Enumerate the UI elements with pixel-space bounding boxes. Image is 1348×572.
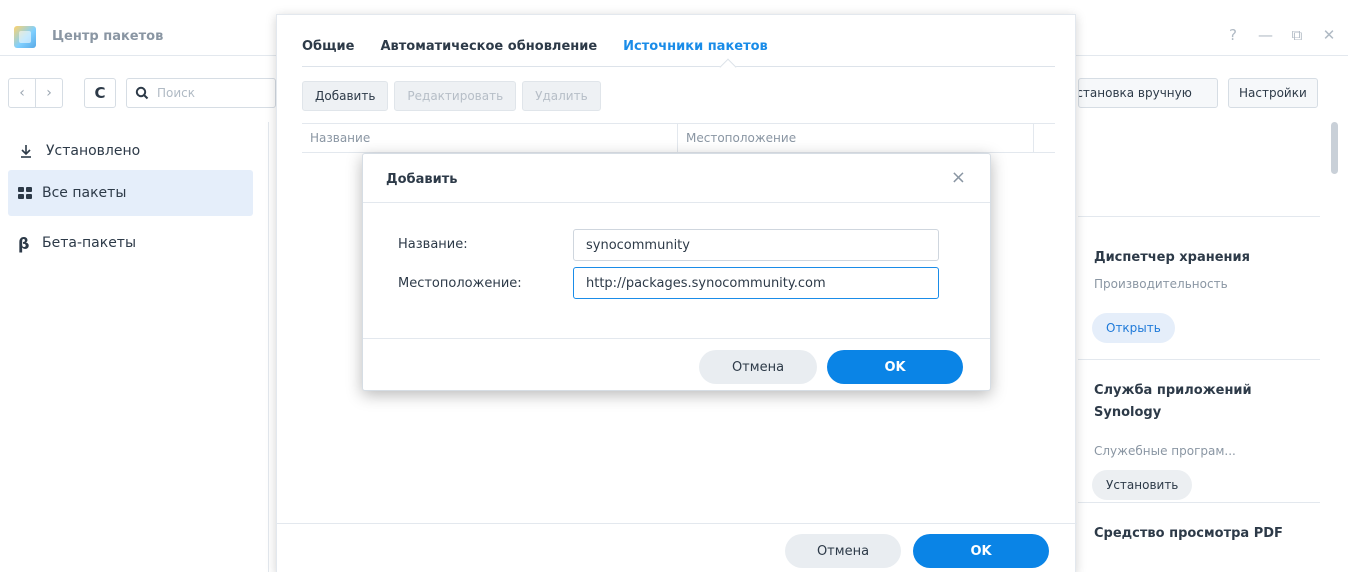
tab-general[interactable]: Общие (302, 27, 354, 66)
tab-package-sources[interactable]: Источники пакетов (623, 27, 768, 66)
sidebar-item-label: Бета-пакеты (42, 235, 137, 251)
manual-install-label: Установка вручную (1078, 86, 1192, 100)
search-icon (135, 86, 149, 100)
right-toolbar: Установка вручную Настройки (1078, 78, 1318, 108)
sidebar-item-label: Все пакеты (42, 185, 127, 201)
name-field[interactable] (573, 229, 939, 261)
dialog-cancel-button[interactable]: Отмена (699, 350, 817, 384)
forward-button[interactable]: › (35, 78, 63, 108)
card-subtitle: Производительность (1094, 277, 1228, 291)
scrollbar[interactable] (1331, 122, 1338, 174)
beta-icon: β (18, 233, 30, 253)
package-card[interactable]: Средство просмотра PDF (1078, 502, 1320, 572)
sidebar-divider (268, 122, 269, 572)
card-title: Средство просмотра PDF (1094, 526, 1283, 541)
chevron-right-icon: › (46, 85, 52, 101)
tab-auto-update[interactable]: Автоматическое обновление (380, 27, 597, 66)
chevron-left-icon: ‹ (19, 85, 25, 101)
refresh-icon: C (94, 84, 106, 102)
sidebar-item-beta[interactable]: β Бета-пакеты (8, 220, 253, 266)
add-source-dialog: Добавить × Название: Местоположение: Отм… (362, 153, 991, 391)
card-title: Диспетчер хранения (1094, 250, 1250, 265)
install-button[interactable]: Установить (1092, 470, 1193, 500)
sidebar-item-all-packages[interactable]: Все пакеты (8, 170, 253, 216)
close-icon[interactable]: × (951, 167, 966, 188)
open-button[interactable]: Открыть (1092, 313, 1175, 343)
sidebar-item-installed[interactable]: Установлено (8, 128, 253, 174)
column-header-name[interactable]: Название (302, 124, 678, 152)
card-subtitle: Служебные програм... (1094, 444, 1236, 458)
dialog-ok-button[interactable]: OK (827, 350, 963, 384)
manual-install-button[interactable]: Установка вручную (1078, 78, 1218, 108)
search-input[interactable] (157, 86, 247, 100)
settings-cancel-button[interactable]: Отмена (785, 534, 901, 568)
location-field[interactable] (573, 267, 939, 299)
column-header-location[interactable]: Местоположение (678, 124, 1034, 152)
delete-button[interactable]: Удалить (522, 81, 601, 111)
window-title: Центр пакетов (52, 29, 164, 44)
sources-table-header: Название Местоположение (302, 123, 1055, 153)
divider (363, 202, 990, 203)
location-label: Местоположение: (398, 276, 522, 291)
minimize-icon[interactable]: — (1258, 26, 1273, 44)
settings-footer: Отмена OK (277, 523, 1077, 572)
settings-ok-button[interactable]: OK (913, 534, 1049, 568)
package-card[interactable]: Диспетчер хранения Производительность От… (1078, 216, 1320, 359)
card-title: Служба приложений Synology (1094, 383, 1252, 420)
grid-icon (18, 187, 32, 199)
restore-icon[interactable]: ⧉ (1290, 26, 1304, 44)
download-icon (21, 145, 31, 158)
edit-button[interactable]: Редактировать (394, 81, 517, 111)
add-button[interactable]: Добавить (302, 81, 389, 111)
settings-tabs: Общие Автоматическое обновление Источник… (302, 27, 1055, 67)
back-button[interactable]: ‹ (8, 78, 36, 108)
sources-toolbar: Добавить Редактировать Удалить (302, 81, 601, 111)
package-center-icon (14, 26, 36, 48)
help-icon[interactable]: ? (1226, 26, 1240, 44)
dialog-title: Добавить (386, 172, 458, 187)
settings-button[interactable]: Настройки (1228, 78, 1318, 108)
search-box[interactable] (126, 78, 276, 108)
sidebar-item-label: Установлено (46, 143, 141, 159)
divider (363, 338, 990, 339)
close-icon[interactable]: ✕ (1322, 26, 1336, 44)
name-label: Название: (398, 237, 468, 252)
window-controls: ? — ⧉ ✕ (1226, 26, 1336, 44)
main-toolbar: ‹ › C (0, 78, 276, 108)
refresh-button[interactable]: C (84, 78, 116, 108)
package-card[interactable]: Служба приложений Synology Служебные про… (1078, 359, 1320, 502)
